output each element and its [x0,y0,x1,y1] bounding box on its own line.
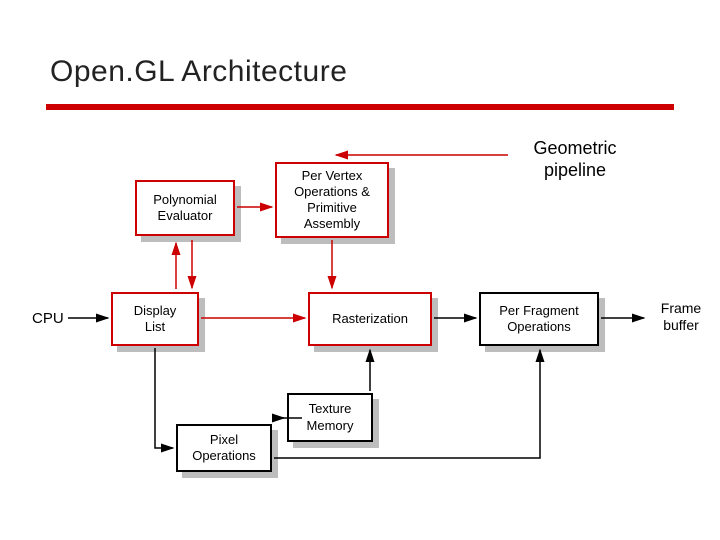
box-per-vertex: Per VertexOperations &PrimitiveAssembly [275,162,389,238]
box-rasterization: Rasterization [308,292,432,346]
box-per-fragment: Per FragmentOperations [479,292,599,346]
label-geometric-pipeline: Geometricpipeline [510,138,640,181]
label-cpu: CPU [32,310,64,327]
title-underline [46,104,674,110]
box-display-list: DisplayList [111,292,199,346]
label-frame-buffer: Framebuffer [648,300,714,334]
box-texture-memory: TextureMemory [287,393,373,442]
box-pixel-operations: PixelOperations [176,424,272,472]
page-title: Open.GL Architecture [50,55,347,89]
box-polynomial-evaluator: PolynomialEvaluator [135,180,235,236]
